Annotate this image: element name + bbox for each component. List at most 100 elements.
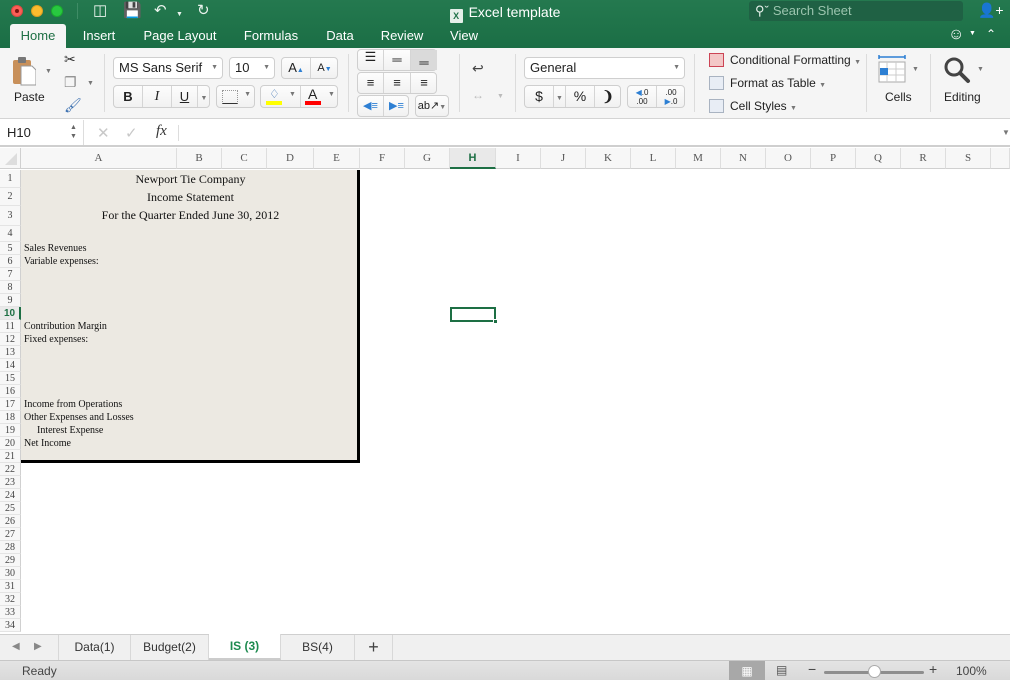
row-header-5[interactable]: 5 [0,242,21,255]
paste-icon[interactable] [12,56,36,86]
row-header-11[interactable]: 11 [0,320,21,333]
cut-icon[interactable]: ✂ [64,51,76,68]
column-header-e[interactable]: E [314,148,360,169]
cancel-icon[interactable]: ✕ [97,124,110,142]
underline-dropdown[interactable]: ▼ [198,86,210,107]
underline-button[interactable]: U [172,86,198,107]
row-header-10[interactable]: 10 [0,307,21,320]
tab-formulas[interactable]: Formulas [238,24,304,48]
editing-button[interactable]: ▼ Editing [940,54,990,114]
tab-page-layout[interactable]: Page Layout [136,24,224,48]
row-header-8[interactable]: 8 [0,281,21,294]
feedback-dropdown-icon[interactable]: ▼ [969,30,976,37]
tab-insert[interactable]: Insert [76,24,122,48]
zoom-out-button[interactable]: − [808,661,816,677]
column-header-o[interactable]: O [766,148,811,169]
column-header-l[interactable]: L [631,148,676,169]
formula-input[interactable] [186,125,986,141]
previous-sheet-icon[interactable]: ◀ [12,641,20,652]
format-as-table-button[interactable]: Format as Table ▼ [709,75,826,94]
row-header-9[interactable]: 9 [0,294,21,307]
column-header-a[interactable]: A [21,148,177,169]
tab-data[interactable]: Data [320,24,360,48]
expand-formula-bar-icon[interactable]: ▼ [1002,128,1010,137]
align-right-button[interactable]: ≡ [411,73,437,93]
format-painter-icon[interactable]: 🖌 [64,97,82,114]
name-box[interactable]: H10 [7,125,31,140]
column-header-s[interactable]: S [946,148,991,169]
align-left-button[interactable]: ≡ [358,73,384,93]
normal-view-button[interactable]: ▦ [729,661,765,680]
tab-review[interactable]: Review [374,24,430,48]
row-header-27[interactable]: 27 [0,528,21,541]
row-header-7[interactable]: 7 [0,268,21,281]
row-header-3[interactable]: 3 [0,206,21,226]
bold-button[interactable]: B [114,86,143,107]
tab-view[interactable]: View [444,24,484,48]
column-header-p[interactable]: P [811,148,856,169]
row-header-30[interactable]: 30 [0,567,21,580]
row-header-31[interactable]: 31 [0,580,21,593]
row-header-29[interactable]: 29 [0,554,21,567]
row-header-2[interactable]: 2 [0,188,21,206]
row-header-15[interactable]: 15 [0,372,21,385]
cell-styles-button[interactable]: Cell Styles ▼ [709,98,797,117]
page-layout-view-button[interactable]: ▤ [776,663,787,677]
row-header-13[interactable]: 13 [0,346,21,359]
font-name-select[interactable]: MS Sans Serif ▼ [113,57,223,79]
column-header-i[interactable]: I [496,148,541,169]
row-header-25[interactable]: 25 [0,502,21,515]
insert-function-icon[interactable]: fx [156,123,167,140]
zoom-slider-thumb[interactable] [868,665,881,678]
align-center-button[interactable]: ≡ [384,73,411,93]
paste-dropdown-icon[interactable]: ▼ [45,68,52,75]
copy-icon[interactable]: ❐ [64,74,77,91]
name-box-stepper-icon[interactable]: ▲ ▼ [70,123,77,141]
fill-handle[interactable] [493,319,498,324]
font-size-select[interactable]: 10 ▼ [229,57,275,79]
spreadsheet-grid[interactable]: A B C D E F G H I J K L M N O P Q R S 1 2 3 4 5 6 7 8 9 10 11 12 13 14 15… [0,148,1010,634]
tab-home[interactable]: Home [10,24,66,48]
paste-button-label[interactable]: Paste [14,90,45,104]
share-add-person-icon[interactable]: 👤+ [978,2,1004,19]
row-header-22[interactable]: 22 [0,463,21,476]
conditional-formatting-button[interactable]: Conditional Formatting ▼ [709,52,861,71]
row-header-32[interactable]: 32 [0,593,21,606]
row-header-26[interactable]: 26 [0,515,21,528]
row-header-18[interactable]: 18 [0,411,21,424]
search-sheet-input[interactable]: ⚲ˇ Search Sheet [749,1,963,21]
row-header-4[interactable]: 4 [0,226,21,242]
row-header-1[interactable]: 1 [0,170,21,188]
row-header-20[interactable]: 20 [0,437,21,450]
merge-dropdown-icon[interactable]: ▼ [497,93,504,100]
align-top-button[interactable]: ☰ [358,50,384,70]
decrease-decimal-button[interactable]: .00 ▶.0 [657,86,685,107]
orientation-button[interactable]: ab↗▼ [415,95,449,117]
row-header-6[interactable]: 6 [0,255,21,268]
row-header-14[interactable]: 14 [0,359,21,372]
selected-cell-h10[interactable] [450,307,498,324]
currency-dropdown[interactable]: ▼ [554,86,566,107]
comma-style-button[interactable]: ❩ [595,86,621,107]
column-header-b[interactable]: B [177,148,222,169]
column-header-g[interactable]: G [405,148,450,169]
increase-indent-button[interactable]: ▶≡ [384,96,409,116]
column-header-n[interactable]: N [721,148,766,169]
fill-color-button[interactable]: ♢ ▼ [261,86,301,107]
wrap-text-icon[interactable]: ↩ [472,60,484,77]
row-header-24[interactable]: 24 [0,489,21,502]
row-header-28[interactable]: 28 [0,541,21,554]
borders-button[interactable]: ▼ [216,85,255,108]
decrease-font-size-button[interactable]: A▼ [311,58,338,78]
add-sheet-button[interactable]: + [355,635,393,660]
column-header-m[interactable]: M [676,148,721,169]
sheet-tab-budget-2[interactable]: Budget(2) [131,635,209,660]
number-format-select[interactable]: General ▼ [524,57,685,79]
align-bottom-button[interactable]: ═ [411,50,437,70]
column-header-r[interactable]: R [901,148,946,169]
row-header-12[interactable]: 12 [0,333,21,346]
column-header-q[interactable]: Q [856,148,901,169]
row-header-17[interactable]: 17 [0,398,21,411]
enter-check-icon[interactable]: ✓ [125,124,138,142]
zoom-in-button[interactable]: + [929,661,937,677]
